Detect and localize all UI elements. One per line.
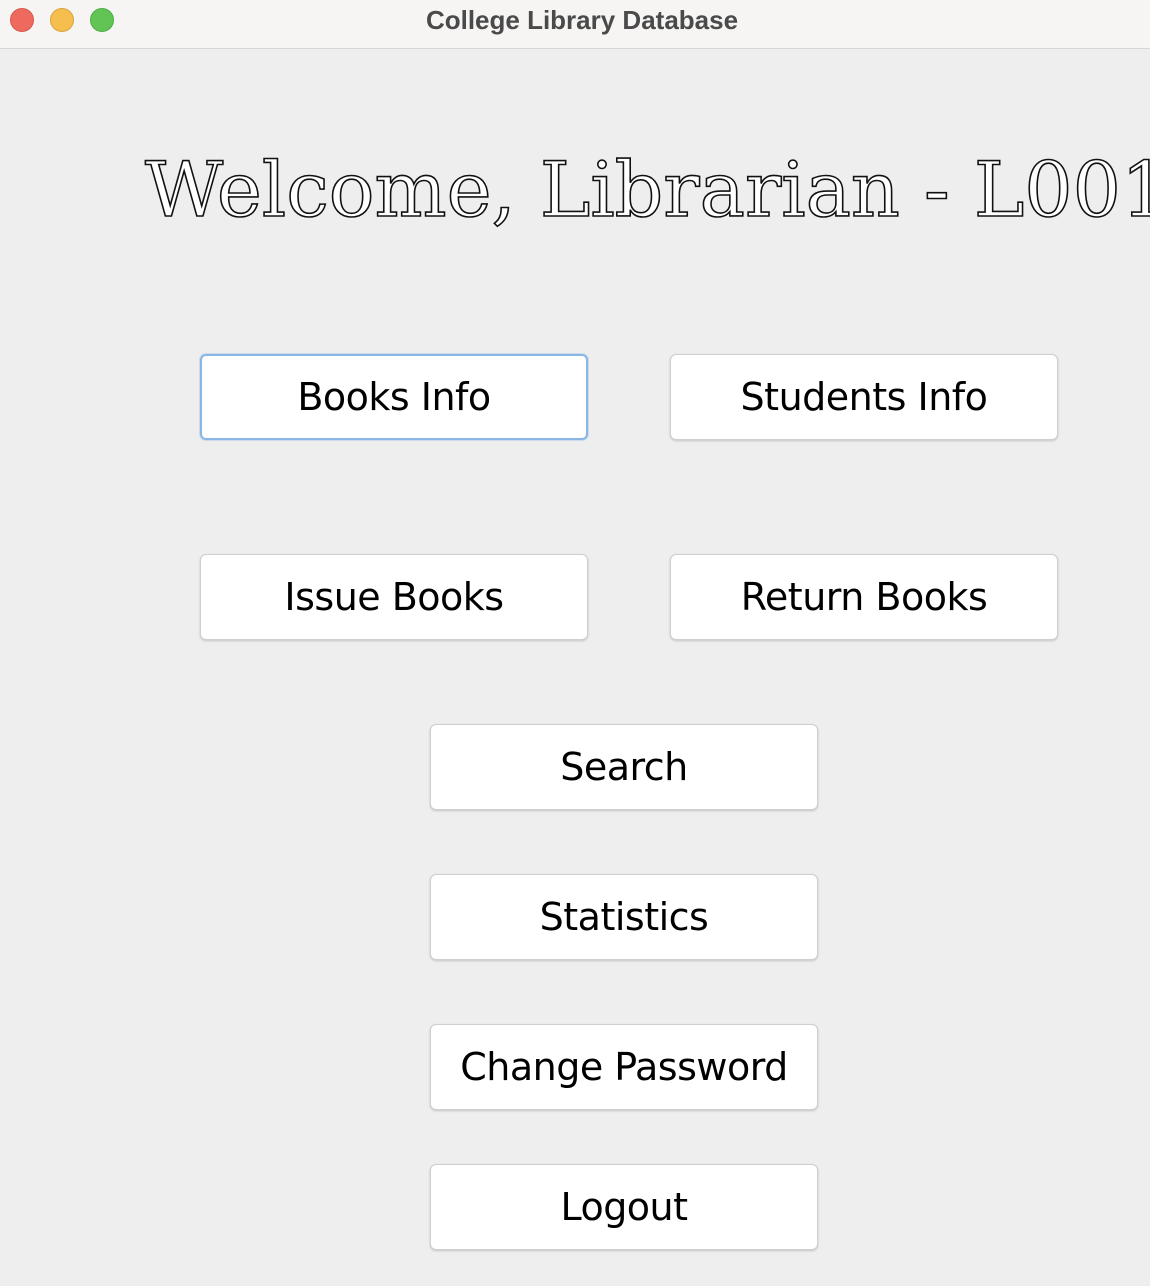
students-info-button[interactable]: Students Info — [670, 354, 1058, 440]
title-bar[interactable]: College Library Database — [0, 0, 1150, 49]
logout-button[interactable]: Logout — [430, 1164, 818, 1250]
statistics-button[interactable]: Statistics — [430, 874, 818, 960]
issue-books-button[interactable]: Issue Books — [200, 554, 588, 640]
window-title: College Library Database — [425, 5, 739, 35]
welcome-heading: Welcome, Librarian - L001 — [144, 144, 1150, 235]
return-books-button[interactable]: Return Books — [670, 554, 1058, 640]
app-window: College Library Database Welcome, Librar… — [0, 0, 1150, 1286]
search-button[interactable]: Search — [430, 724, 818, 810]
change-password-button[interactable]: Change Password — [430, 1024, 818, 1110]
books-info-button[interactable]: Books Info — [200, 354, 588, 440]
